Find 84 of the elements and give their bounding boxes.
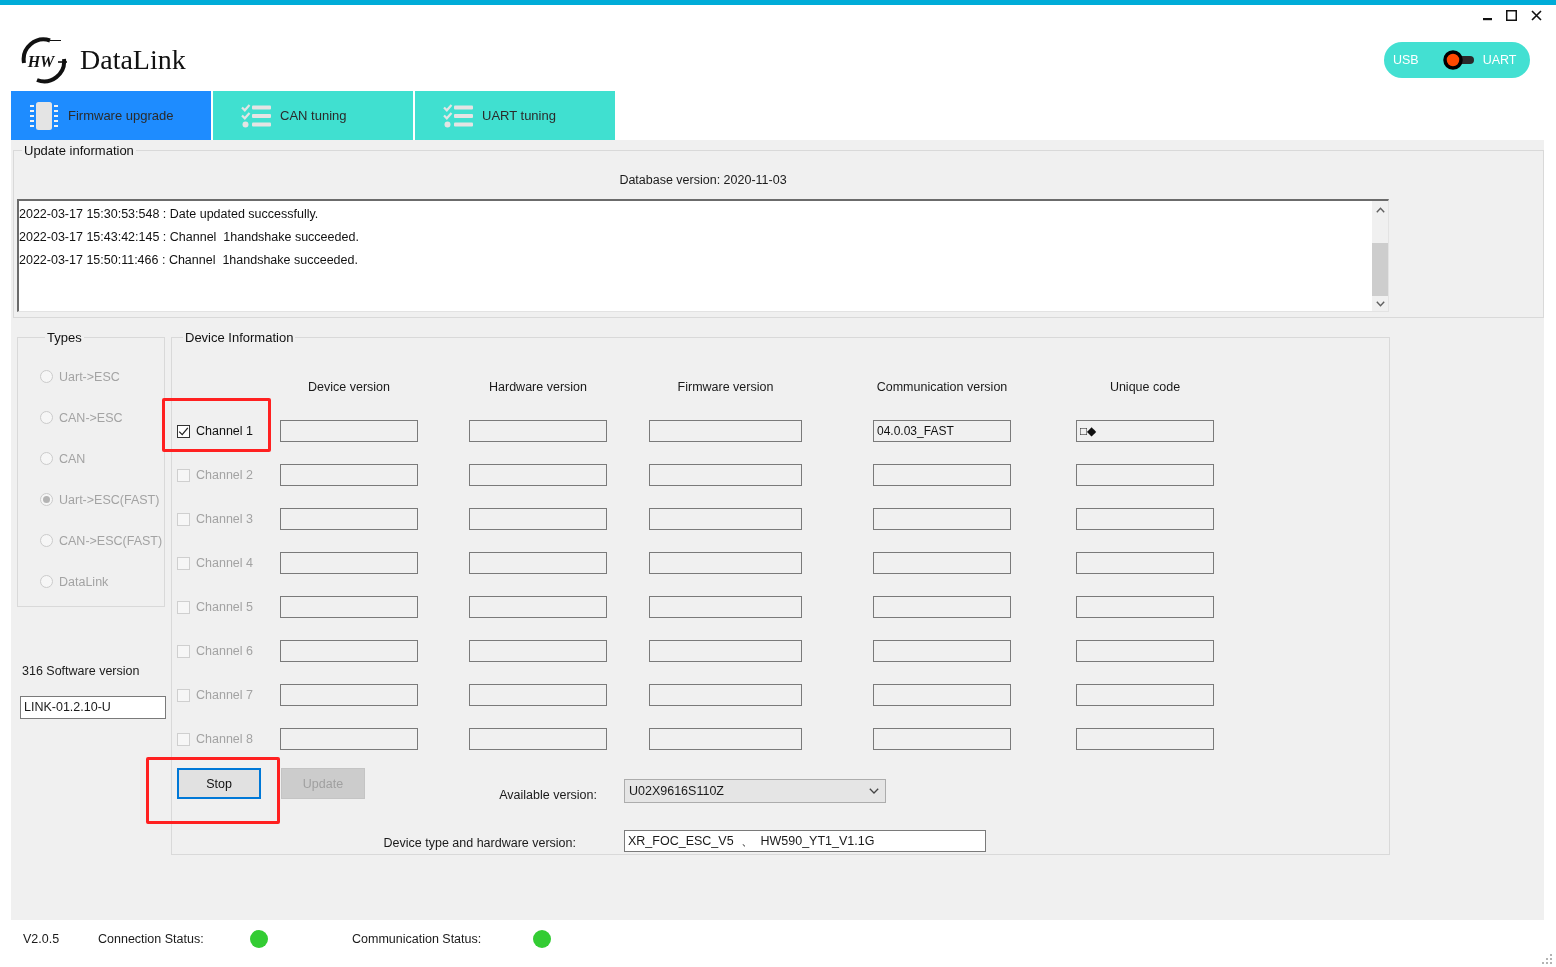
text-field[interactable] <box>649 508 802 530</box>
version-dropdown[interactable]: U02X9616S110Z <box>624 779 886 803</box>
tab[interactable]: UART tuning <box>415 91 615 140</box>
scrollbar-thumb[interactable] <box>1372 243 1388 296</box>
column-header: Hardware version <box>488 379 588 395</box>
text-field[interactable] <box>469 464 607 486</box>
column-header: Communication version <box>875 379 1009 395</box>
checklist-icon <box>241 103 271 128</box>
log-line: 2022-03-17 15:50:11:466 : Channel 1handshake succeeded. <box>19 252 358 269</box>
text-field[interactable] <box>1076 508 1214 530</box>
text-field[interactable] <box>280 728 418 750</box>
app-logo: HW <box>20 35 67 85</box>
database-version: Database version: 2020-11-03 <box>619 172 787 188</box>
text-field[interactable] <box>1076 464 1214 486</box>
caret-icon <box>869 788 879 794</box>
version-label: V2.0.5 <box>23 932 60 946</box>
checklist-icon <box>443 103 473 128</box>
text-field[interactable] <box>469 508 607 530</box>
text-field[interactable] <box>280 464 418 486</box>
minimize-icon[interactable] <box>1483 18 1492 21</box>
group-title: Device Information <box>184 330 295 345</box>
text-field[interactable] <box>469 640 607 662</box>
log-line: 2022-03-17 15:30:53:548 : Date updated successfully. <box>19 206 319 223</box>
group-title: Update information <box>23 143 135 158</box>
text-field[interactable] <box>469 684 607 706</box>
text-field[interactable] <box>649 684 802 706</box>
field-label: 316 Software version <box>22 663 140 679</box>
text-field[interactable] <box>280 420 418 442</box>
text-field[interactable] <box>469 596 607 618</box>
text-field[interactable]: XR_FOC_ESC_V5 、 HW590_YT1_V1.1G <box>624 830 986 852</box>
log-line: 2022-03-17 15:43:42:145 : Channel 1handshake succeeded. <box>19 229 359 246</box>
switch-label: USB <box>1393 52 1419 68</box>
text-field[interactable] <box>280 552 418 574</box>
scrollbar[interactable] <box>1372 201 1388 311</box>
text-field[interactable]: □◆ <box>1076 420 1214 442</box>
text-field[interactable] <box>649 596 802 618</box>
text-field[interactable] <box>873 596 1011 618</box>
field-label: Device type and hardware version: <box>383 835 576 851</box>
resize-grip-icon[interactable] <box>1542 954 1552 964</box>
text-field[interactable] <box>873 464 1011 486</box>
status-label: Communication Status: <box>352 932 482 946</box>
text-field[interactable] <box>1076 596 1214 618</box>
text-field[interactable] <box>873 552 1011 574</box>
switch-label: UART <box>1482 52 1517 68</box>
group-title: Types <box>46 330 83 345</box>
column-header: Firmware version <box>676 379 775 395</box>
text-field[interactable] <box>649 728 802 750</box>
scroll-up-icon[interactable] <box>1375 207 1385 213</box>
text-field[interactable] <box>1076 684 1214 706</box>
text-field[interactable] <box>280 596 418 618</box>
field-label: Available version: <box>499 787 597 803</box>
action-button[interactable]: Stop <box>177 768 261 799</box>
switch-knob[interactable] <box>1442 50 1475 70</box>
tab[interactable]: CAN tuning <box>213 91 413 140</box>
text-field[interactable] <box>649 552 802 574</box>
text-field[interactable] <box>649 640 802 662</box>
column-header: Unique code <box>1108 379 1182 395</box>
text-field[interactable] <box>1076 728 1214 750</box>
column-header: Device version <box>307 379 391 395</box>
text-field[interactable] <box>873 640 1011 662</box>
text-field[interactable] <box>873 684 1011 706</box>
app-title: DataLink <box>80 43 186 77</box>
tab[interactable]: Firmware upgrade <box>11 91 211 140</box>
text-field[interactable] <box>469 728 607 750</box>
text-field[interactable] <box>873 508 1011 530</box>
channel-checkbox[interactable]: Channel 1 <box>177 423 253 439</box>
status-label: Connection Status: <box>98 932 204 946</box>
mode-switch[interactable]: USB UART <box>1384 42 1530 78</box>
text-field[interactable] <box>469 552 607 574</box>
scroll-down-icon[interactable] <box>1375 301 1385 307</box>
text-field[interactable] <box>873 728 1011 750</box>
text-field[interactable] <box>280 508 418 530</box>
maximize-icon[interactable] <box>1506 10 1517 21</box>
close-icon[interactable] <box>1531 10 1542 21</box>
text-field[interactable]: LINK-01.2.10-U <box>20 696 166 719</box>
text-field[interactable] <box>1076 640 1214 662</box>
text-field[interactable] <box>280 640 418 662</box>
text-field[interactable] <box>1076 552 1214 574</box>
chip-icon <box>29 100 59 131</box>
text-field[interactable] <box>649 464 802 486</box>
text-field[interactable]: 04.0.03_FAST <box>873 420 1011 442</box>
text-field[interactable] <box>469 420 607 442</box>
text-field[interactable] <box>649 420 802 442</box>
text-field[interactable] <box>280 684 418 706</box>
